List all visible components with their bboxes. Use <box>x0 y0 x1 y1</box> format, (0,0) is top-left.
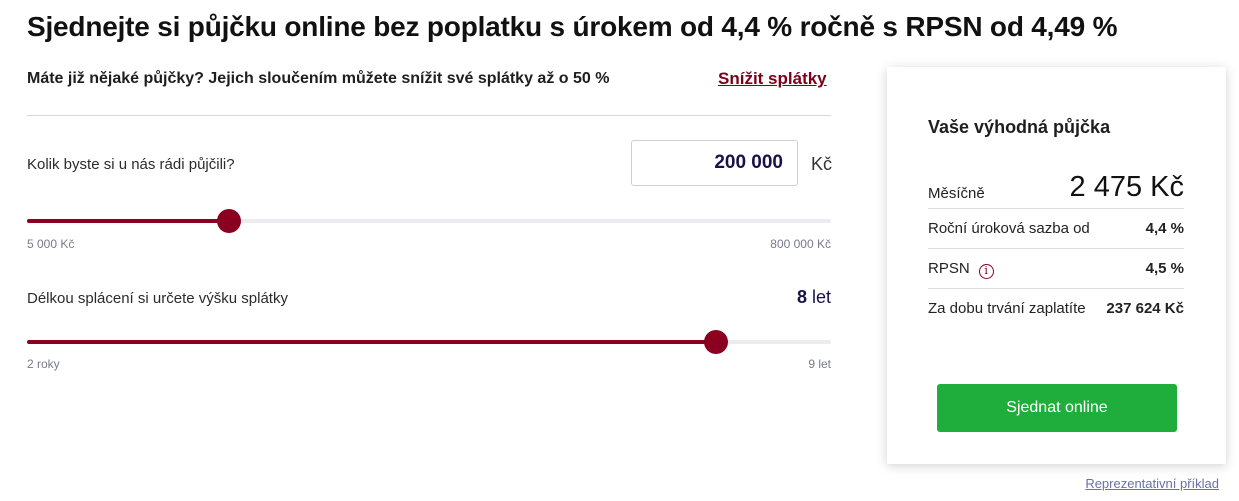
interest-rate-label: Roční úroková sazba od <box>928 220 1090 237</box>
page-title: Sjednejte si půjčku online bez poplatku … <box>27 11 1118 42</box>
reduce-payments-link[interactable]: Snížit splátky <box>718 69 827 89</box>
info-icon[interactable]: i <box>978 264 994 279</box>
interest-rate-value: 4,4 % <box>1145 220 1184 237</box>
consolidation-promo-text: Máte již nějaké půjčky? Jejich sloučením… <box>27 70 610 87</box>
row-divider <box>928 248 1184 249</box>
monthly-row: Měsíčně 2 475 Kč <box>928 171 1184 211</box>
rpsn-label: RPSN <box>928 260 970 277</box>
amount-slider-thumb[interactable] <box>217 209 242 233</box>
monthly-label: Měsíčně <box>928 185 985 202</box>
amount-slider[interactable] <box>27 209 831 233</box>
amount-slider-fill <box>27 219 230 223</box>
row-divider <box>928 288 1184 289</box>
divider <box>27 115 831 116</box>
rpsn-row: RPSN i 4,5 % <box>928 260 1184 280</box>
term-slider-thumb[interactable] <box>704 330 729 354</box>
amount-input[interactable] <box>631 140 798 186</box>
total-value: 237 624 Kč <box>1106 300 1184 317</box>
term-value-display: 8 let <box>797 287 831 308</box>
row-divider <box>928 208 1184 209</box>
amount-max-label: 800 000 Kč <box>770 237 831 251</box>
total-row: Za dobu trvání zaplatíte 237 624 Kč <box>928 300 1184 320</box>
rpsn-label-wrap: RPSN i <box>928 260 994 279</box>
term-question-label: Délkou splácení si určete výšku splátky <box>27 290 288 307</box>
interest-rate-row: Roční úroková sazba od 4,4 % <box>928 220 1184 240</box>
apply-online-button[interactable]: Sjednat online <box>937 384 1177 432</box>
loan-summary-card: Vaše výhodná půjčka Měsíčně 2 475 Kč Roč… <box>887 67 1226 464</box>
rpsn-value: 4,5 % <box>1145 260 1184 277</box>
term-min-label: 2 roky <box>27 357 60 371</box>
term-value: 8 <box>796 287 807 307</box>
card-title: Vaše výhodná půjčka <box>928 117 1111 137</box>
term-slider[interactable] <box>27 330 831 354</box>
amount-min-label: 5 000 Kč <box>27 237 75 251</box>
total-label: Za dobu trvání zaplatíte <box>928 300 1086 317</box>
monthly-value: 2 475 Kč <box>1069 171 1184 203</box>
term-unit: let <box>811 287 831 307</box>
amount-question-label: Kolik byste si u nás rádi půjčili? <box>27 156 235 173</box>
representative-example-link[interactable]: Reprezentativní příklad <box>1085 476 1219 491</box>
term-slider-fill <box>27 340 717 344</box>
amount-unit-label: Kč <box>811 154 833 174</box>
term-max-label: 9 let <box>808 357 831 371</box>
